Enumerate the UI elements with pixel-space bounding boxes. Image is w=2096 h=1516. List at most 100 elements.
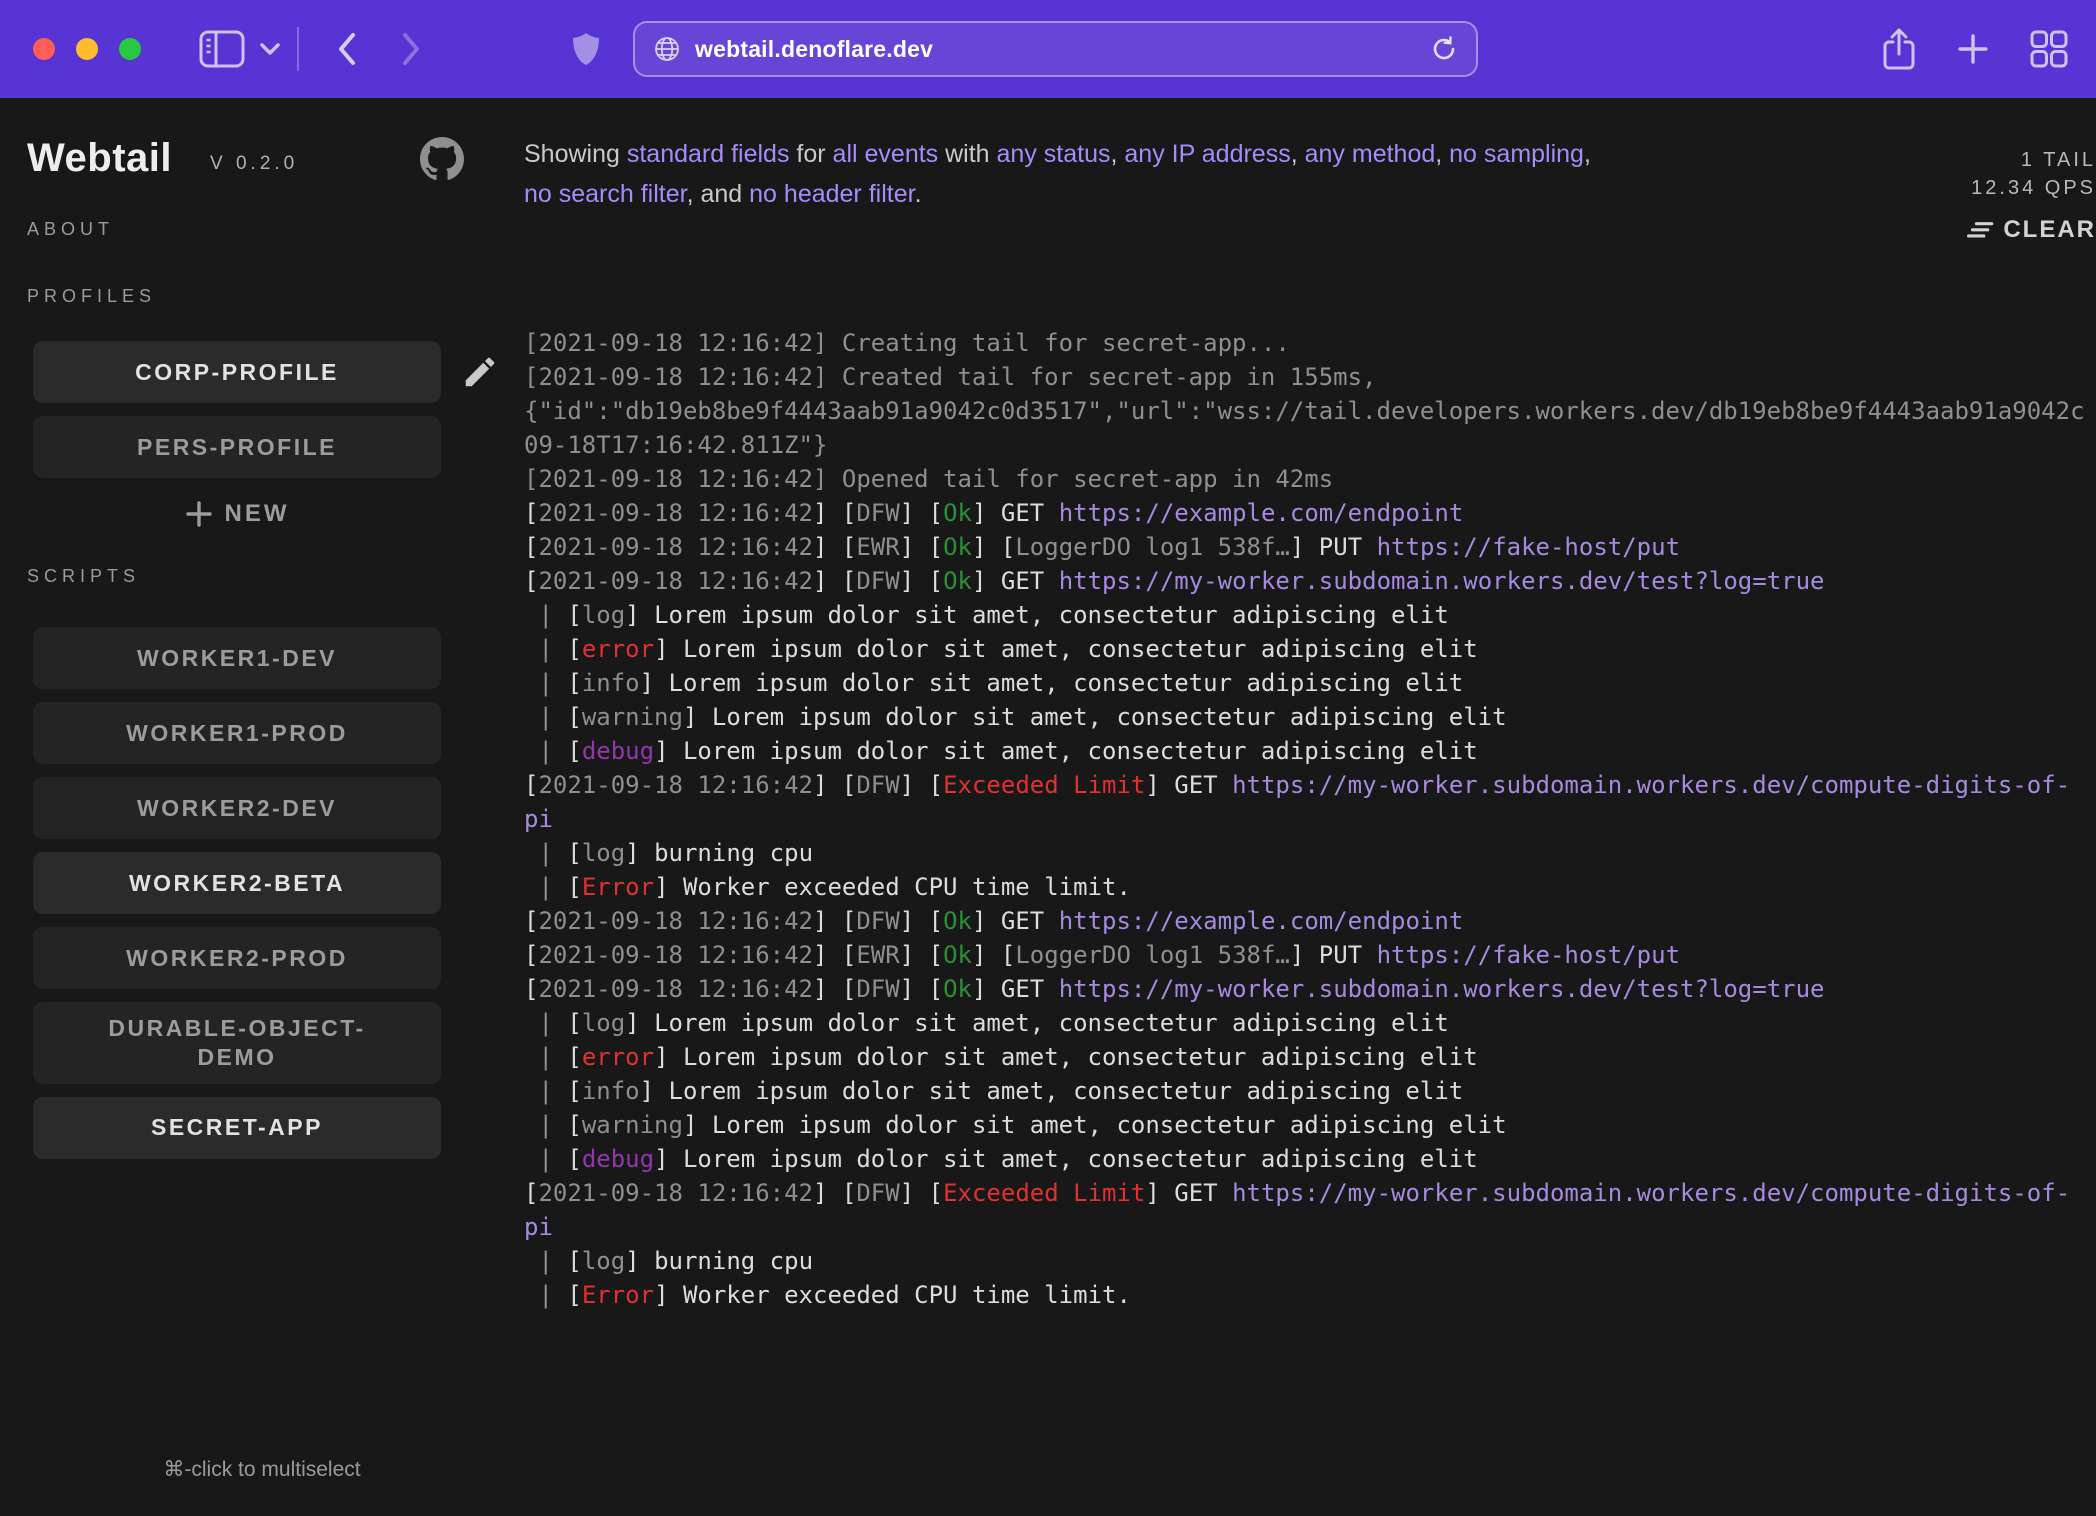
filter-link[interactable]: no search filter <box>524 180 687 208</box>
log-text: [ <box>567 635 581 663</box>
script-button-worker2-prod[interactable]: WORKER2-PROD <box>33 927 441 989</box>
scripts-list: WORKER1-DEV WORKER1-PROD WORKER2-DEV WORKER… <box>0 627 524 1159</box>
clear-all-icon <box>1967 220 1995 240</box>
chevron-down-icon[interactable] <box>259 42 281 56</box>
log-text: 2021-09-18 12:16:42 <box>538 567 813 595</box>
share-icon[interactable] <box>1882 27 1916 71</box>
filter-link[interactable]: no sampling <box>1449 140 1584 168</box>
new-tab-icon[interactable] <box>1956 32 1990 66</box>
window-controls <box>33 38 141 60</box>
log-text: [2021-09-18 12:16:42] Creating tail for … <box>524 329 1290 357</box>
log-text: ] [ <box>972 533 1015 561</box>
log-url-link[interactable]: https://my-worker.subdomain.workers.dev/… <box>1059 975 1825 1003</box>
log-text: ] Lorem ipsum dolor sit amet, consectetu… <box>640 1077 1464 1105</box>
profile-button-corp-profile[interactable]: CORP-PROFILE <box>33 341 441 403</box>
filter-link[interactable]: no header filter <box>749 180 914 208</box>
filter-text: . <box>915 180 922 208</box>
log-text: | <box>524 873 567 901</box>
edit-profile-button[interactable] <box>461 353 499 391</box>
log-text: ] [ <box>813 975 856 1003</box>
log-text: [ <box>567 601 581 629</box>
log-line: {"id":"db19eb8be9f4443aab91a9042c0d3517"… <box>524 394 2096 428</box>
filter-link[interactable]: all events <box>833 140 939 168</box>
log-line: | [Error] Worker exceeded CPU time limit… <box>524 1278 2096 1312</box>
script-button-worker2-dev[interactable]: WORKER2-DEV <box>33 777 441 839</box>
forward-button[interactable] <box>401 32 421 66</box>
filter-link[interactable]: any method <box>1305 140 1436 168</box>
clear-button[interactable]: CLEAR <box>1967 216 2096 244</box>
log-text: DFW <box>856 907 899 935</box>
log-line: | [Error] Worker exceeded CPU time limit… <box>524 870 2096 904</box>
log-text: | <box>524 1281 567 1309</box>
stats-panel: 1 TAIL 12.34 QPS CLEAR <box>1967 146 2096 244</box>
filter-link[interactable]: any status <box>997 140 1111 168</box>
log-url-link[interactable]: https://fake-host/put <box>1377 533 1680 561</box>
sidebar-toggle-icon[interactable] <box>199 30 245 68</box>
log-text: ] PUT <box>1290 941 1377 969</box>
log-url-link[interactable]: https://my-worker.subdomain.workers.dev/… <box>1232 771 2070 799</box>
log-text: debug <box>582 1145 654 1173</box>
profile-row: PERS-PROFILE <box>33 416 524 478</box>
profile-button-pers-profile[interactable]: PERS-PROFILE <box>33 416 441 478</box>
zoom-button[interactable] <box>119 38 141 60</box>
github-icon[interactable] <box>420 137 464 181</box>
log-line: | [error] Lorem ipsum dolor sit amet, co… <box>524 1040 2096 1074</box>
filter-text: with <box>938 140 996 168</box>
log-text: LoggerDO log1 538f… <box>1015 533 1290 561</box>
log-url-link[interactable]: https://my-worker.subdomain.workers.dev/… <box>1232 1179 2070 1207</box>
tab-overview-icon[interactable] <box>2030 30 2068 68</box>
log-text: ] Worker exceeded CPU time limit. <box>654 873 1131 901</box>
filter-link[interactable]: standard fields <box>627 140 790 168</box>
log-text: [2021-09-18 12:16:42] Created tail for s… <box>524 363 1377 391</box>
log-text: [ <box>567 703 581 731</box>
filter-link[interactable]: any IP address <box>1124 140 1290 168</box>
log-text: ] [ <box>813 533 856 561</box>
log-text: | <box>524 1111 567 1139</box>
log-text: [ <box>524 567 538 595</box>
log-text: 2021-09-18 12:16:42 <box>538 907 813 935</box>
about-link[interactable]: ABOUT <box>27 219 524 240</box>
version-label: V 0.2.0 <box>210 153 298 175</box>
script-button-durable-object-demo[interactable]: DURABLE-OBJECT- DEMO <box>33 1002 441 1084</box>
log-url-link[interactable]: https://example.com/endpoint <box>1059 499 1464 527</box>
log-line: 09-18T17:16:42.811Z"} <box>524 428 2096 462</box>
log-text: Ok <box>943 907 972 935</box>
plus-icon <box>185 500 213 528</box>
log-text: | <box>524 703 567 731</box>
log-text: ] burning cpu <box>625 839 813 867</box>
log-text: DFW <box>856 771 899 799</box>
script-row: WORKER1-DEV <box>33 627 524 689</box>
script-button-worker1-prod[interactable]: WORKER1-PROD <box>33 702 441 764</box>
log-text: ] [ <box>900 907 943 935</box>
log-text: ] Lorem ipsum dolor sit amet, consectetu… <box>654 737 1478 765</box>
log-url-link[interactable]: pi <box>524 1213 553 1241</box>
log-line: [2021-09-18 12:16:42] [DFW] [Exceeded Li… <box>524 1176 2096 1210</box>
log-url-link[interactable]: https://fake-host/put <box>1377 941 1680 969</box>
script-button-worker2-beta[interactable]: WORKER2-BETA <box>33 852 441 914</box>
log-text: log <box>582 839 625 867</box>
tail-count: 1 TAIL <box>1967 146 2096 174</box>
minimize-button[interactable] <box>76 38 98 60</box>
address-bar[interactable]: webtail.denoflare.dev <box>633 21 1478 77</box>
script-button-worker1-dev[interactable]: WORKER1-DEV <box>33 627 441 689</box>
log-text: ] [ <box>813 1179 856 1207</box>
log-text: log <box>582 1247 625 1275</box>
log-url-link[interactable]: pi <box>524 805 553 833</box>
back-button[interactable] <box>337 32 357 66</box>
log-text: DFW <box>856 567 899 595</box>
log-text: | <box>524 839 567 867</box>
script-button-secret-app[interactable]: SECRET-APP <box>33 1097 441 1159</box>
log-url-link[interactable]: https://my-worker.subdomain.workers.dev/… <box>1059 567 1825 595</box>
log-text: EWR <box>856 941 899 969</box>
new-profile-button[interactable]: NEW <box>33 500 441 528</box>
log-text: ] GET <box>972 499 1059 527</box>
close-button[interactable] <box>33 38 55 60</box>
main-header: Showing standard fields for all events w… <box>524 134 2096 244</box>
privacy-shield-icon[interactable] <box>571 31 601 67</box>
reload-button[interactable] <box>1430 35 1458 63</box>
log-line: | [info] Lorem ipsum dolor sit amet, con… <box>524 1074 2096 1108</box>
log-text: | <box>524 635 567 663</box>
log-line: [2021-09-18 12:16:42] [DFW] [Exceeded Li… <box>524 768 2096 802</box>
log-url-link[interactable]: https://example.com/endpoint <box>1059 907 1464 935</box>
log-text: | <box>524 737 567 765</box>
